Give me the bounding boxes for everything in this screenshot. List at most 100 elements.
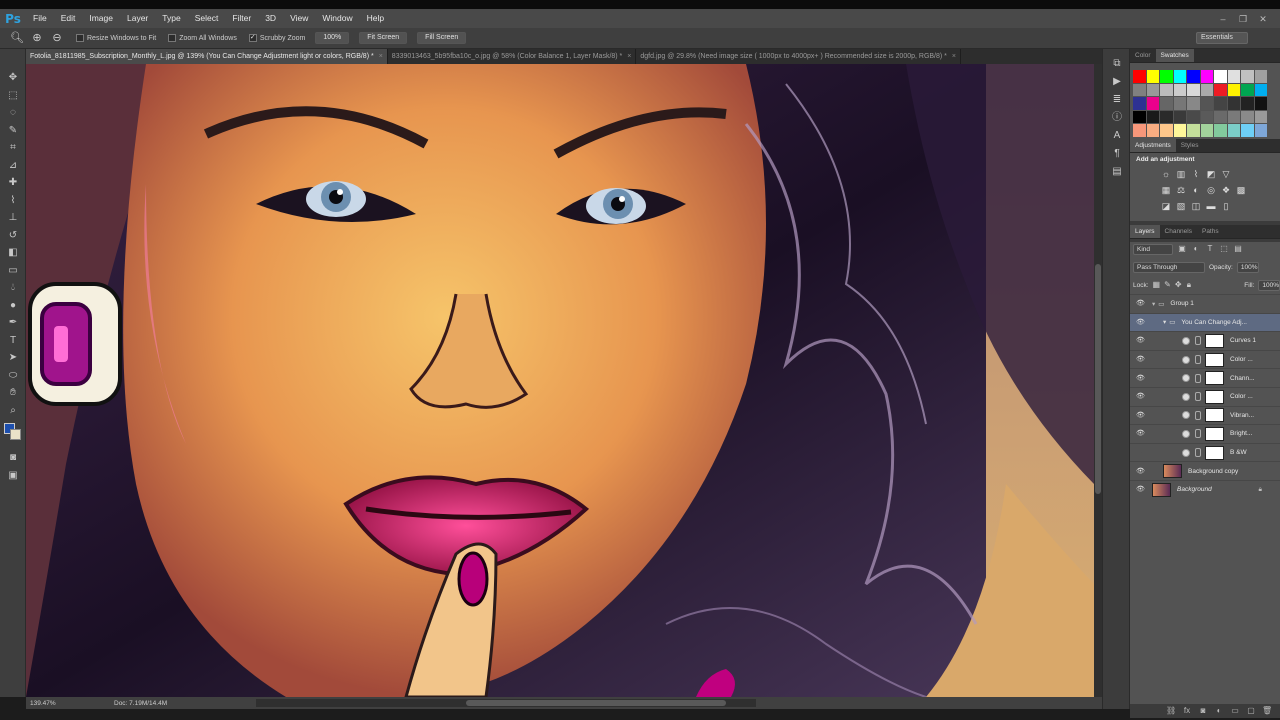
black-white-icon[interactable]: ◐ xyxy=(1190,184,1202,196)
color-lookup-icon[interactable]: ▩ xyxy=(1235,184,1247,196)
fit-screen-button[interactable]: Fit Screen xyxy=(359,32,408,44)
color-swatch[interactable] xyxy=(1187,124,1200,137)
tab-paths[interactable]: Paths xyxy=(1197,225,1224,238)
hue-saturation-icon[interactable]: ▦ xyxy=(1160,184,1172,196)
tab-color[interactable]: Color xyxy=(1130,49,1156,62)
selective-color-icon[interactable]: ▯ xyxy=(1220,200,1232,212)
new-layer-icon[interactable]: ▢ xyxy=(1246,706,1256,716)
color-swatch[interactable] xyxy=(1146,124,1159,137)
color-swatch[interactable] xyxy=(1146,83,1159,96)
layer-row-bw[interactable]: ▫ B &W xyxy=(1130,442,1280,462)
color-swatch[interactable] xyxy=(1133,124,1146,137)
layer-mask-thumbnail[interactable] xyxy=(1205,389,1224,404)
lasso-tool-icon[interactable]: ◌ xyxy=(0,104,26,122)
eye-icon[interactable]: 👁︎ xyxy=(1136,429,1145,438)
link-layers-icon[interactable]: ⛓ xyxy=(1166,706,1176,716)
close-icon[interactable]: × xyxy=(379,53,383,60)
crop-tool-icon[interactable]: ⌗ xyxy=(0,139,26,157)
filter-kind-dropdown[interactable]: Kind xyxy=(1133,243,1173,255)
layer-thumbnail[interactable] xyxy=(1163,464,1182,479)
layer-mask-thumbnail[interactable] xyxy=(1205,371,1224,386)
menu-filter[interactable]: Filter xyxy=(225,9,258,28)
layer-row-color[interactable]: 👁︎ Color ... xyxy=(1130,349,1280,369)
menu-select[interactable]: Select xyxy=(188,9,226,28)
layer-mask-thumbnail[interactable] xyxy=(1205,445,1224,460)
zoom-all-windows-checkbox[interactable]: Zoom All Windows xyxy=(168,34,237,42)
link-icon[interactable] xyxy=(1195,448,1201,458)
color-swatch[interactable] xyxy=(1241,83,1254,96)
layer-row-vibrance[interactable]: 👁︎ Vibran... xyxy=(1130,405,1280,425)
zoom-out-icon[interactable]: ⊖ xyxy=(50,31,64,45)
color-swatch[interactable] xyxy=(1200,70,1213,83)
close-icon[interactable]: × xyxy=(627,53,631,60)
color-swatch[interactable] xyxy=(1187,110,1200,123)
workspace-dropdown[interactable]: Essentials xyxy=(1196,32,1248,44)
link-icon[interactable] xyxy=(1195,355,1201,365)
color-swatch[interactable] xyxy=(1200,83,1213,96)
posterize-icon[interactable]: ▧ xyxy=(1175,200,1187,212)
gradient-tool-icon[interactable]: ▭ xyxy=(0,262,26,280)
color-swatch[interactable] xyxy=(1173,70,1186,83)
menu-image[interactable]: Image xyxy=(82,9,120,28)
scroll-thumb[interactable] xyxy=(1095,264,1101,494)
hand-tool-icon[interactable]: ✋︎ xyxy=(0,384,26,402)
color-swatch[interactable] xyxy=(1173,110,1186,123)
fx-icon[interactable]: fx xyxy=(1182,706,1192,716)
new-group-icon[interactable]: ▭ xyxy=(1230,706,1240,716)
layer-row-group-1[interactable]: 👁︎ ▾ ▭ Group 1 xyxy=(1130,294,1280,313)
paragraph-icon[interactable]: ¶ xyxy=(1103,145,1131,163)
link-icon[interactable] xyxy=(1195,429,1201,439)
color-swatch[interactable] xyxy=(1214,97,1227,110)
expand-triangle-icon[interactable]: ▾ xyxy=(1163,318,1166,326)
document-tab[interactable]: 8339013463_5b95fba10c_o.jpg @ 58% (Color… xyxy=(388,49,637,64)
color-swatch[interactable] xyxy=(1133,70,1146,83)
tab-adjustments[interactable]: Adjustments xyxy=(1130,139,1176,152)
layer-mask-thumbnail[interactable] xyxy=(1205,333,1224,348)
color-swatch[interactable] xyxy=(1200,97,1213,110)
color-swatch[interactable] xyxy=(1200,110,1213,123)
layer-row-subgroup[interactable]: 👁︎ ▾ ▭ You Can Change Adj... xyxy=(1130,312,1280,332)
color-swatch[interactable] xyxy=(1160,97,1173,110)
blur-tool-icon[interactable]: 💧︎ xyxy=(0,279,26,297)
color-swatch[interactable] xyxy=(1187,70,1200,83)
color-swatch[interactable] xyxy=(1241,110,1254,123)
color-swatch[interactable] xyxy=(1160,83,1173,96)
properties-icon[interactable]: ≣ xyxy=(1103,91,1131,109)
color-swatch[interactable] xyxy=(1133,110,1146,123)
scrubby-zoom-checkbox[interactable]: ✓ Scrubby Zoom xyxy=(248,34,305,42)
filter-shape-icon[interactable]: ⬚ xyxy=(1219,244,1229,254)
layer-mask-thumbnail[interactable] xyxy=(1205,408,1224,423)
color-swatch[interactable] xyxy=(1227,97,1240,110)
layer-row-curves[interactable]: 👁︎ Curves 1 xyxy=(1130,331,1280,350)
document-tab[interactable]: Fotolia_81811985_Subscription_Monthly_L.… xyxy=(26,49,388,64)
new-adjustment-icon[interactable]: ◐ xyxy=(1214,706,1224,716)
color-swatch[interactable] xyxy=(1146,97,1159,110)
layer-row-background[interactable]: 👁︎ Background 🔒︎ xyxy=(1130,479,1280,499)
fill-field[interactable]: 100% xyxy=(1258,279,1280,291)
color-swatch[interactable] xyxy=(1254,124,1267,137)
dodge-tool-icon[interactable]: ● xyxy=(0,297,26,315)
quick-select-tool-icon[interactable]: ✎ xyxy=(0,122,26,140)
eye-icon[interactable]: 👁︎ xyxy=(1136,336,1145,345)
history-icon[interactable]: ⧉ xyxy=(1103,55,1131,73)
color-swatch[interactable] xyxy=(1133,97,1146,110)
color-swatch[interactable] xyxy=(1214,124,1227,137)
lock-image-icon[interactable]: ✎ xyxy=(1164,280,1171,290)
document-canvas[interactable] xyxy=(26,64,1094,697)
color-swatch[interactable] xyxy=(1214,110,1227,123)
tab-styles[interactable]: Styles xyxy=(1176,139,1204,152)
threshold-icon[interactable]: ◫ xyxy=(1190,200,1202,212)
filter-type-icon[interactable]: T xyxy=(1205,244,1215,254)
zoom-tool-icon[interactable]: 🔍︎ xyxy=(10,31,24,45)
curves-icon[interactable]: ⌇ xyxy=(1190,168,1202,180)
layer-row-brightness[interactable]: 👁︎ Bright... xyxy=(1130,424,1280,443)
lock-position-icon[interactable]: ✥ xyxy=(1175,280,1182,290)
exposure-icon[interactable]: ◩ xyxy=(1205,168,1217,180)
invert-icon[interactable]: ◪ xyxy=(1160,200,1172,212)
history-brush-tool-icon[interactable]: ↺ xyxy=(0,227,26,245)
marquee-tool-icon[interactable]: ⬚ xyxy=(0,87,26,105)
color-swatch[interactable] xyxy=(1133,83,1146,96)
color-swatch[interactable] xyxy=(1227,124,1240,137)
color-swatch[interactable] xyxy=(1200,124,1213,137)
brush-presets-icon[interactable]: ▤ xyxy=(1103,163,1131,181)
